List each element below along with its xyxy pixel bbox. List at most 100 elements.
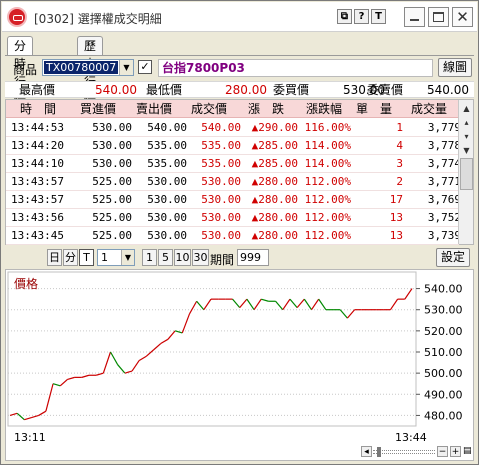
price-line-segment [253, 298, 262, 311]
table-row[interactable]: 13:43:57 525.00 530.00 530.00 ▲280.00 112.00%… [6, 173, 461, 191]
tick-button[interactable]: T [79, 249, 94, 266]
tab-history[interactable]: 歷史行情 [77, 36, 104, 107]
product-code-value[interactable]: TX00780007 [44, 61, 119, 74]
table-row[interactable]: 13:43:45 525.00 530.00 530.00 ▲280.00 112.00%… [6, 227, 461, 245]
trade-detail-table[interactable]: 時 間 買進價 賣出價 成交價 漲 跌 漲跌幅 單 量 成交量 13:44:53… [5, 99, 474, 245]
col-volume-header[interactable]: 成交量 [411, 102, 447, 116]
price-line-segment [95, 372, 104, 376]
bid-price-cell: 525.00 [92, 229, 132, 242]
col-qty-header[interactable]: 單 量 [356, 102, 392, 116]
table-row[interactable]: 13:44:20 530.00 535.00 535.00 ▲285.00 114.00%… [6, 137, 461, 155]
trade-qty-cell: 2 [396, 175, 403, 188]
plot-frame [7, 271, 417, 427]
interval-10-button[interactable]: 10 [174, 249, 191, 266]
chart-title: 價格 [14, 277, 39, 291]
change-percent-cell: 112.00% [304, 229, 351, 242]
chevron-down-icon[interactable]: ▼ [119, 60, 133, 75]
price-line-segment [24, 416, 32, 421]
low-price-label: 最低價 [146, 83, 183, 97]
price-line-segment [311, 298, 320, 311]
bid-price-cell: 530.00 [92, 121, 132, 134]
price-line-segment [389, 298, 399, 311]
trade-price-cell: 535.00 [201, 157, 241, 170]
daily-button[interactable]: 日 [47, 249, 62, 266]
period-input[interactable]: 999 [237, 249, 269, 266]
interval-combo[interactable]: 1 ▼ [97, 249, 135, 266]
app-logo-icon [7, 7, 27, 27]
chart-horizontal-scrollbar[interactable]: ◂ − + ▤ [361, 446, 472, 458]
scroll-left-icon[interactable]: ◂ [361, 446, 372, 457]
price-line-segment [346, 309, 356, 319]
price-line-segment [232, 298, 241, 308]
zoom-in-icon[interactable]: + [450, 446, 461, 457]
ask-price-value: 540.00 [403, 83, 469, 97]
col-price-header[interactable]: 成交價 [191, 102, 227, 116]
scroll-thumb[interactable] [460, 158, 473, 190]
product-code-combo[interactable]: TX00780007 ▼ [42, 59, 134, 76]
high-price-label: 最高價 [19, 83, 56, 97]
price-line-segment [109, 351, 119, 365]
price-line-segment [275, 300, 284, 311]
change-percent-cell: 112.00% [304, 193, 351, 206]
price-line-segment [45, 383, 54, 412]
interval-1-button[interactable]: 1 [142, 249, 157, 266]
minimize-button[interactable] [404, 7, 425, 27]
chart-button[interactable]: 線圖 [438, 58, 472, 77]
price-chart[interactable]: 480.00 490.00 500.00 510.00 520.00 530.00 540.… [5, 269, 474, 461]
price-line-segment [188, 300, 198, 315]
product-checkbox[interactable]: ✓ [138, 60, 152, 74]
table-vertical-scrollbar[interactable]: ▲ ▴ ▾ ▼ [458, 100, 473, 244]
scroll-up-icon[interactable]: ▴ [460, 116, 473, 129]
scroll-down-icon[interactable]: ▾ [460, 130, 473, 143]
price-line-segment [181, 313, 191, 334]
price-line-segment [167, 330, 176, 340]
table-header: 時 間 買進價 賣出價 成交價 漲 跌 漲跌幅 單 量 成交量 [6, 100, 459, 118]
x-axis-start-label: 13:11 [14, 431, 46, 444]
y-tick-label: 480.00 [424, 409, 463, 422]
scroll-thumb[interactable] [377, 447, 381, 457]
settings-button[interactable]: 設定 [436, 248, 470, 267]
price-line-segment [196, 300, 205, 311]
title-bar[interactable]: [0302] 選擇權成交明細 ⧉ ? T ✕ [2, 2, 477, 32]
resize-icon[interactable]: ▤ [463, 446, 472, 457]
col-bid-header[interactable]: 買進價 [80, 102, 116, 116]
table-row[interactable]: 13:44:53 530.00 540.00 540.00 ▲290.00 116.00%… [6, 119, 461, 137]
ask-price-cell: 535.00 [147, 157, 187, 170]
price-line-segment [138, 355, 147, 361]
table-row[interactable]: 13:43:57 525.00 530.00 530.00 ▲280.00 112.00%… [6, 191, 461, 209]
price-line-segment [303, 298, 312, 311]
col-ask-header[interactable]: 賣出價 [136, 102, 172, 116]
ask-price-cell: 540.00 [147, 121, 187, 134]
price-change-cell: ▲285.00 [251, 139, 298, 152]
trade-qty-cell: 1 [396, 121, 403, 134]
ask-price-cell: 530.00 [147, 175, 187, 188]
price-line-segment [289, 298, 298, 308]
price-line-segment [203, 298, 212, 311]
zoom-out-icon[interactable]: − [437, 446, 448, 457]
minute-button[interactable]: 分 [63, 249, 78, 266]
tile-window-button[interactable]: ⧉ [337, 9, 352, 24]
table-row[interactable]: 13:43:56 525.00 530.00 530.00 ▲280.00 112.00%… [6, 209, 461, 227]
scroll-top-icon[interactable]: ▲ [460, 102, 473, 115]
trade-time-cell: 13:43:56 [11, 211, 64, 224]
font-button[interactable]: T [371, 9, 386, 24]
interval-5-button[interactable]: 5 [158, 249, 173, 266]
tab-intraday[interactable]: 分時行情 [7, 36, 34, 107]
table-row[interactable]: 13:44:10 530.00 535.00 535.00 ▲285.00 114.00%… [6, 155, 461, 173]
maximize-button[interactable] [428, 7, 449, 27]
trade-time-cell: 13:43:57 [11, 193, 64, 206]
col-change-pct-header[interactable]: 漲跌幅 [306, 102, 342, 116]
close-button[interactable]: ✕ [452, 7, 473, 27]
price-change-cell: ▲280.00 [251, 193, 298, 206]
interval-30-button[interactable]: 30 [192, 249, 209, 266]
col-time-header[interactable]: 時 間 [20, 102, 56, 116]
interval-value[interactable]: 1 [101, 251, 108, 264]
chevron-down-icon[interactable]: ▼ [121, 250, 134, 265]
help-button[interactable]: ? [354, 9, 369, 24]
close-icon: ✕ [456, 8, 469, 26]
scroll-bottom-icon[interactable]: ▼ [460, 144, 473, 157]
scroll-track[interactable] [373, 447, 435, 457]
total-volume-cell: 3,778 [427, 139, 461, 152]
col-change-header[interactable]: 漲 跌 [248, 102, 284, 116]
bid-price-cell: 525.00 [92, 175, 132, 188]
